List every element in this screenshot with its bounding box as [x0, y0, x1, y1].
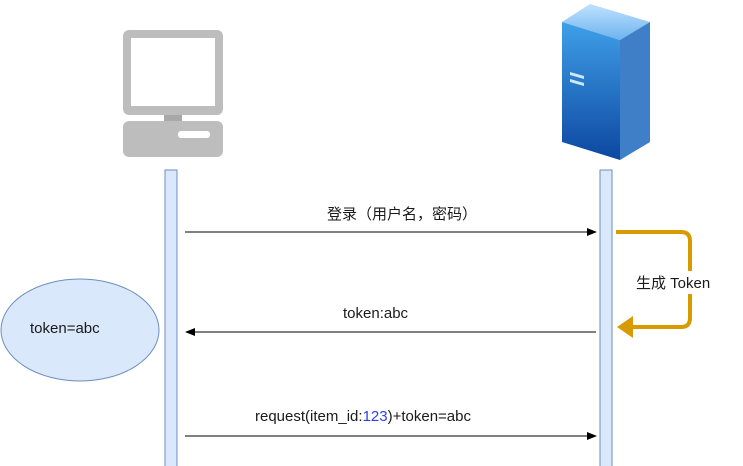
token-reply-label: token:abc	[343, 305, 409, 322]
desktop-computer-icon	[123, 30, 223, 157]
generate-token-label: 生成 Token	[636, 271, 711, 294]
login-message-label: 登录（用户名，密码）	[327, 206, 478, 223]
server-tower-icon	[562, 4, 650, 160]
client-lifeline	[164, 169, 178, 466]
server-lifeline	[599, 169, 613, 466]
sequence-diagram	[0, 4, 692, 466]
client-token-label: token=abc	[30, 320, 100, 337]
request-item-id: 123	[362, 408, 388, 425]
request-suffix: )+token=abc	[387, 408, 471, 425]
request-prefix: request(item_id:	[255, 408, 363, 425]
request-message-label: request(item_id:123)+token=abc	[255, 408, 471, 425]
